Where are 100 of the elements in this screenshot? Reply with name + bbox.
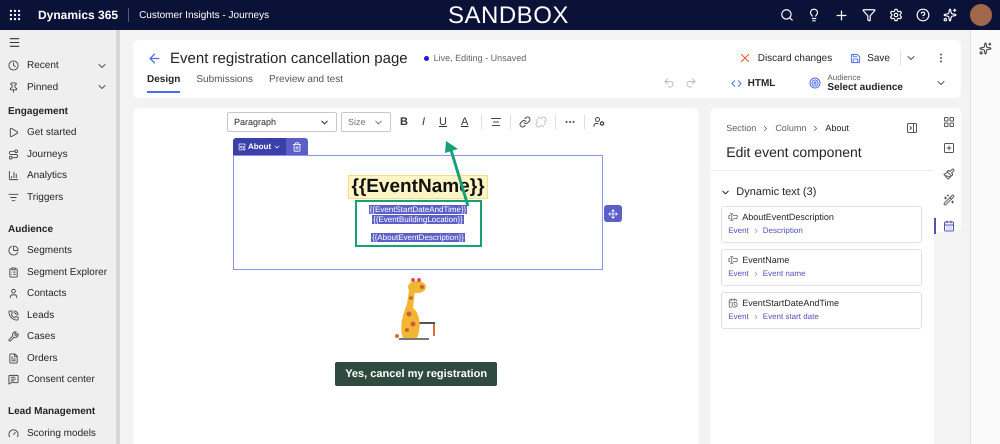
- field-card[interactable]: AboutEventDescription Event Description: [721, 206, 922, 243]
- sidebar-item[interactable]: Recent: [8, 55, 116, 76]
- target-icon: [809, 77, 822, 89]
- save-icon: [850, 52, 862, 64]
- status-dot: [424, 56, 429, 60]
- field-path-link[interactable]: Event: [728, 312, 749, 321]
- sidebar-item[interactable]: Scoring models: [8, 422, 116, 444]
- text-field-icon: [728, 255, 738, 265]
- personalize-icon[interactable]: [593, 116, 606, 128]
- sidebar-item[interactable]: Segment Explorer: [8, 262, 116, 283]
- panel-title: Edit event component: [726, 144, 863, 160]
- link-icon[interactable]: [519, 116, 532, 128]
- collapse-panel-icon[interactable]: [906, 122, 918, 134]
- paragraph-dropdown[interactable]: Paragraph: [226, 112, 337, 132]
- section-toggle[interactable]: Dynamic text (3): [710, 171, 934, 206]
- sidebar-item[interactable]: Triggers: [8, 186, 116, 208]
- environment-label: SANDBOX: [448, 2, 569, 30]
- cancel-registration-button[interactable]: Yes, cancel my registration: [335, 362, 498, 386]
- sidebar-item[interactable]: Contacts: [8, 283, 116, 304]
- sidebar-item[interactable]: Journeys: [8, 144, 116, 165]
- field-path-link[interactable]: Event: [728, 269, 749, 278]
- play-icon: [8, 127, 19, 138]
- trash-icon: [292, 142, 302, 152]
- person-icon: [8, 288, 19, 300]
- delete-button[interactable]: [286, 138, 308, 155]
- layout-icon: [238, 142, 246, 150]
- copilot-icon[interactable]: [979, 42, 992, 55]
- wrench-icon: [8, 331, 19, 342]
- sidebar-item[interactable]: Leads: [8, 304, 116, 326]
- breadcrumb-item[interactable]: Section: [726, 123, 756, 133]
- back-icon[interactable]: [147, 50, 162, 66]
- calendar-icon: [942, 220, 954, 232]
- sidebar-item[interactable]: Consent center: [8, 369, 116, 390]
- tab[interactable]: Design: [147, 73, 180, 93]
- field-card[interactable]: EventStartDateAndTime Event Event start date: [721, 292, 922, 329]
- dynamic-text: {{AboutEventDescription}}: [370, 233, 466, 242]
- bold-button[interactable]: B: [394, 112, 413, 132]
- message-icon: [8, 374, 19, 386]
- sidebar-item[interactable]: Segments: [8, 240, 116, 262]
- help-icon[interactable]: [916, 8, 930, 22]
- route-icon: [8, 148, 19, 160]
- html-button[interactable]: HTML: [724, 78, 782, 88]
- field-path-link[interactable]: Description: [762, 226, 803, 235]
- breadcrumb-item[interactable]: About: [825, 123, 849, 133]
- calendar-icon: [728, 298, 738, 308]
- field-name: AboutEventDescription: [728, 212, 915, 222]
- sidebar-item[interactable]: Cases: [8, 326, 116, 348]
- block-tag[interactable]: About: [233, 138, 286, 155]
- field-card[interactable]: EventName Event Event name: [721, 249, 922, 286]
- field-name: EventStartDateAndTime: [728, 298, 915, 308]
- grid-icon: [942, 116, 954, 128]
- area-name: Customer Insights - Journeys: [139, 10, 270, 20]
- align-icon[interactable]: [490, 116, 502, 128]
- italic-button[interactable]: I: [416, 112, 430, 132]
- add-icon[interactable]: [834, 8, 849, 22]
- tab[interactable]: Preview and test: [269, 73, 343, 93]
- tab[interactable]: Submissions: [196, 73, 254, 93]
- move-handle[interactable]: [604, 205, 622, 222]
- avatar[interactable]: [970, 4, 992, 26]
- section-heading: Engagement: [8, 104, 70, 118]
- sidebar-item[interactable]: Analytics: [8, 165, 116, 186]
- sidebar-item[interactable]: Orders: [8, 348, 116, 369]
- app-launcher-icon[interactable]: [8, 8, 22, 22]
- lightbulb-icon[interactable]: [807, 8, 821, 22]
- app-name[interactable]: Dynamics 365: [38, 8, 130, 22]
- section-heading: Lead Management: [8, 405, 96, 419]
- search-icon[interactable]: [780, 8, 794, 22]
- discard-button[interactable]: Discard changes: [732, 51, 838, 65]
- page-title: Event registration cancellation page: [170, 50, 408, 66]
- settings-icon[interactable]: [889, 8, 903, 22]
- save-button[interactable]: Save: [844, 52, 896, 64]
- menu-icon[interactable]: [8, 36, 21, 49]
- sidebar-item[interactable]: Get started: [8, 122, 116, 144]
- code-icon: [730, 78, 742, 88]
- dynamic-text: {{EventBuildingLocation}}: [372, 215, 464, 224]
- phone-icon: [8, 310, 19, 321]
- size-dropdown[interactable]: Size: [340, 112, 391, 132]
- add-icon: [942, 142, 954, 154]
- pin-icon: [8, 82, 19, 93]
- dynamic-text: {{EventStartDateAndTime}}: [368, 205, 468, 214]
- status-text: Live, Editing - Unsaved: [434, 53, 526, 63]
- wand-icon: [942, 194, 954, 206]
- breadcrumb-item[interactable]: Column: [775, 123, 806, 133]
- move-icon: [608, 208, 618, 218]
- underline-button[interactable]: U: [434, 112, 452, 132]
- field-name: EventName: [728, 255, 915, 265]
- field-path-link[interactable]: Event name: [762, 269, 806, 278]
- field-path-link[interactable]: Event start date: [762, 312, 819, 321]
- bar-chart-icon: [8, 170, 19, 182]
- gauge-icon: [8, 428, 19, 439]
- font-color-button[interactable]: A: [456, 112, 474, 132]
- filter-icon[interactable]: [862, 8, 876, 22]
- audience-dropdown[interactable]: Audience Select audience: [809, 73, 947, 93]
- list-icon: [8, 192, 19, 203]
- brush-icon: [942, 168, 954, 180]
- field-path-link[interactable]: Event: [728, 226, 749, 235]
- section-heading: Audience: [8, 222, 54, 236]
- sidebar-item[interactable]: Pinned: [8, 76, 116, 98]
- clock-icon: [8, 60, 19, 72]
- clipboard-icon: [8, 266, 19, 278]
